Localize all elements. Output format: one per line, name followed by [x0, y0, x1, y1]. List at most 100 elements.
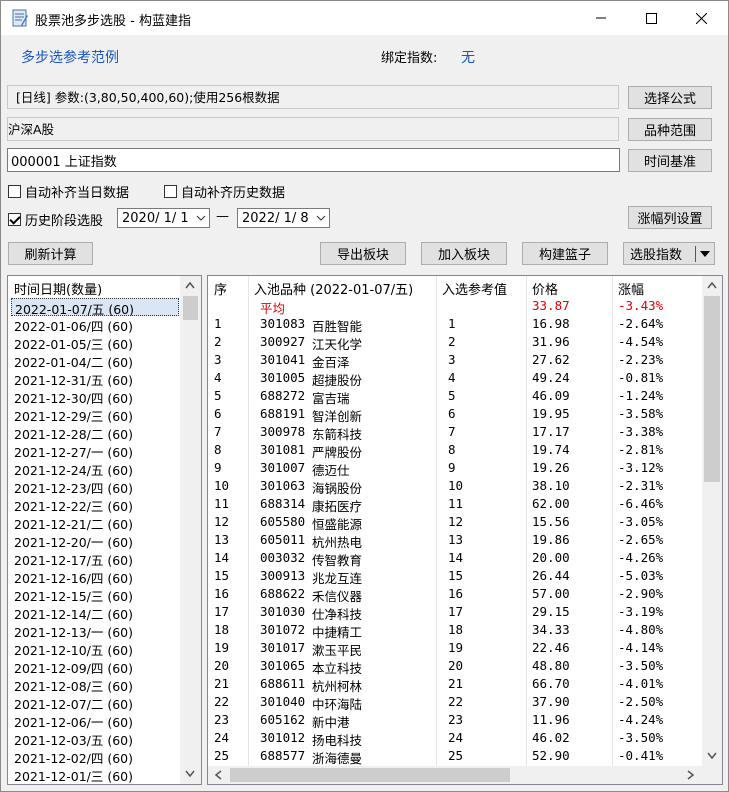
time-base-button[interactable]: 时间基准 — [628, 149, 712, 172]
variety-range-button[interactable]: 品种范围 — [628, 118, 712, 141]
date-list-item[interactable]: 2021-12-07/二 (60) — [11, 694, 179, 712]
range-panel: 沪深A股 — [7, 117, 619, 141]
table-row[interactable]: 1 301083 百胜智能 1 16.98 -2.64% — [208, 316, 702, 334]
table-row[interactable]: 23 605162 新中港 23 11.96 -4.24% — [208, 712, 702, 730]
date-list-item[interactable]: 2022-01-06/四 (60) — [11, 316, 179, 334]
maximize-button[interactable] — [628, 1, 674, 35]
scroll-corner — [702, 766, 722, 784]
table-row[interactable]: 2 300927 江天化学 2 31.96 -4.54% — [208, 334, 702, 352]
table-row[interactable]: 8 301081 严牌股份 8 19.74 -2.81% — [208, 442, 702, 460]
date-list-item[interactable]: 2021-12-28/二 (60) — [11, 424, 179, 442]
table-row[interactable]: 12 605580 恒盛能源 12 15.56 -3.05% — [208, 514, 702, 532]
scroll-right-icon[interactable] — [687, 770, 695, 780]
table-row[interactable]: 5 688272 富吉瑞 5 46.09 -1.24% — [208, 388, 702, 406]
table-row[interactable]: 25 688577 浙海德曼 25 52.90 -0.41% — [208, 748, 702, 766]
date-list-item[interactable]: 2021-12-02/四 (60) — [11, 748, 179, 766]
example-link[interactable]: 多步选参考范例 — [21, 47, 119, 67]
date-list-item[interactable]: 2021-12-29/三 (60) — [11, 406, 179, 424]
export-block-button[interactable]: 导出板块 — [320, 242, 406, 265]
column-header[interactable]: 涨幅 — [618, 279, 644, 298]
date-to-picker[interactable]: 2022/ 1/ 8 — [237, 208, 330, 228]
column-header[interactable]: 入池品种 (2022-01-07/五) — [254, 279, 413, 298]
table-row[interactable]: 19 301017 漱玉平民 19 22.46 -4.14% — [208, 640, 702, 658]
scroll-up-icon[interactable] — [707, 281, 717, 289]
date-list-item[interactable]: 2021-12-03/五 (60) — [11, 730, 179, 748]
refresh-button[interactable]: 刷新计算 — [8, 242, 93, 265]
scroll-down-icon[interactable] — [707, 752, 717, 760]
date-list-item[interactable]: 2022-01-07/五 (60) — [11, 298, 179, 317]
table-vscrollbar[interactable] — [702, 276, 722, 766]
history-stage-checkbox[interactable]: 历史阶段选股 — [8, 210, 103, 229]
table-row[interactable]: 16 688622 禾信仪器 16 57.00 -2.90% — [208, 586, 702, 604]
date-list-item[interactable]: 2021-12-31/五 (60) — [11, 370, 179, 388]
date-list-item[interactable]: 2021-12-20/一 (60) — [11, 532, 179, 550]
stock-code: 300978 — [260, 424, 306, 439]
table-row[interactable]: 14 003032 传智教育 14 20.00 -4.26% — [208, 550, 702, 568]
column-header[interactable]: 价格 — [532, 279, 558, 298]
scroll-thumb[interactable] — [183, 296, 198, 320]
table-row[interactable]: 4 301005 超捷股份 4 49.24 -0.81% — [208, 370, 702, 388]
table-row[interactable]: 9 301007 德迈仕 9 19.26 -3.12% — [208, 460, 702, 478]
change-columns-button[interactable]: 涨幅列设置 — [628, 206, 712, 229]
column-header[interactable]: 序 — [214, 279, 227, 298]
table-row[interactable]: 18 301072 中捷精工 18 34.33 -4.80% — [208, 622, 702, 640]
table-row[interactable]: 15 300913 兆龙互连 15 26.44 -5.03% — [208, 568, 702, 586]
build-basket-button[interactable]: 构建篮子 — [522, 242, 608, 265]
table-row[interactable]: 13 605011 杭州热电 13 19.86 -2.65% — [208, 532, 702, 550]
table-row[interactable]: 11 688314 康拓医疗 11 62.00 -6.46% — [208, 496, 702, 514]
date-list-item[interactable]: 2021-12-21/二 (60) — [11, 514, 179, 532]
date-list-item[interactable]: 2021-12-24/五 (60) — [11, 460, 179, 478]
date-list-item[interactable]: 2021-12-01/三 (60) — [11, 766, 179, 784]
date-list-item[interactable]: 2021-12-06/一 (60) — [11, 712, 179, 730]
index-input[interactable]: 000001 上证指数 — [7, 148, 620, 172]
auto-today-checkbox[interactable]: 自动补齐当日数据 — [8, 182, 129, 201]
price: 17.17 — [532, 424, 570, 439]
column-header[interactable]: 入选参考值 — [442, 279, 507, 298]
date-list-item[interactable]: 2021-12-09/四 (60) — [11, 658, 179, 676]
change: -2.65% — [618, 532, 664, 547]
date-list: 时间日期(数量) 2022-01-07/五 (60) 2022-01-06/四 (… — [7, 275, 202, 785]
scroll-left-icon[interactable] — [214, 770, 222, 780]
table-row[interactable]: 6 688191 智洋创新 6 19.95 -3.58% — [208, 406, 702, 424]
date-list-item[interactable]: 2021-12-08/三 (60) — [11, 676, 179, 694]
stock-code: 688314 — [260, 496, 306, 511]
table-row[interactable]: 3 301041 金百泽 3 27.62 -2.23% — [208, 352, 702, 370]
date-list-item[interactable]: 2021-12-23/四 (60) — [11, 478, 179, 496]
table-row[interactable]: 10 301063 海锅股份 10 38.10 -2.31% — [208, 478, 702, 496]
date-list-scrollbar[interactable] — [180, 276, 201, 784]
table-row[interactable]: 17 301030 仕净科技 17 29.15 -3.19% — [208, 604, 702, 622]
minimize-button[interactable] — [578, 1, 624, 35]
date-list-item[interactable]: 2021-12-14/二 (60) — [11, 604, 179, 622]
scroll-thumb[interactable] — [704, 296, 720, 482]
bind-index-value[interactable]: 无 — [461, 47, 475, 67]
price: 19.86 — [532, 532, 570, 547]
date-list-item[interactable]: 2021-12-30/四 (60) — [11, 388, 179, 406]
auto-history-checkbox[interactable]: 自动补齐历史数据 — [164, 182, 285, 201]
date-list-item[interactable]: 2021-12-15/三 (60) — [11, 586, 179, 604]
close-button[interactable] — [678, 1, 724, 35]
table-hscrollbar[interactable] — [208, 766, 702, 784]
formula-panel: [日线] 参数:(3,80,50,400,60);使用256根数据 — [7, 85, 619, 109]
select-index-button[interactable]: 选股指数 — [623, 242, 715, 265]
select-formula-button[interactable]: 选择公式 — [628, 86, 712, 109]
table-row[interactable]: 22 301040 中环海陆 22 37.90 -2.50% — [208, 694, 702, 712]
date-from-picker[interactable]: 2020/ 1/ 1 — [117, 208, 210, 228]
add-block-button[interactable]: 加入板块 — [421, 242, 507, 265]
scroll-up-icon[interactable] — [185, 281, 195, 289]
row-index: 24 — [214, 730, 230, 745]
date-list-item[interactable]: 2021-12-16/四 (60) — [11, 568, 179, 586]
date-list-item[interactable]: 2022-01-05/三 (60) — [11, 334, 179, 352]
scroll-thumb[interactable] — [230, 768, 510, 782]
date-list-item[interactable]: 2021-12-10/五 (60) — [11, 640, 179, 658]
date-list-item[interactable]: 2021-12-22/三 (60) — [11, 496, 179, 514]
table-row[interactable]: 21 688611 杭州柯林 21 66.70 -4.01% — [208, 676, 702, 694]
date-list-item[interactable]: 2021-12-13/一 (60) — [11, 622, 179, 640]
row-index: 18 — [214, 622, 230, 637]
table-row[interactable]: 20 301065 本立科技 20 48.80 -3.50% — [208, 658, 702, 676]
date-list-item[interactable]: 2021-12-17/五 (60) — [11, 550, 179, 568]
table-row[interactable]: 24 301012 扬电科技 24 46.02 -3.50% — [208, 730, 702, 748]
table-row[interactable]: 7 300978 东箭科技 7 17.17 -3.38% — [208, 424, 702, 442]
scroll-down-icon[interactable] — [185, 770, 195, 778]
date-list-item[interactable]: 2021-12-27/一 (60) — [11, 442, 179, 460]
date-list-item[interactable]: 2022-01-04/二 (60) — [11, 352, 179, 370]
